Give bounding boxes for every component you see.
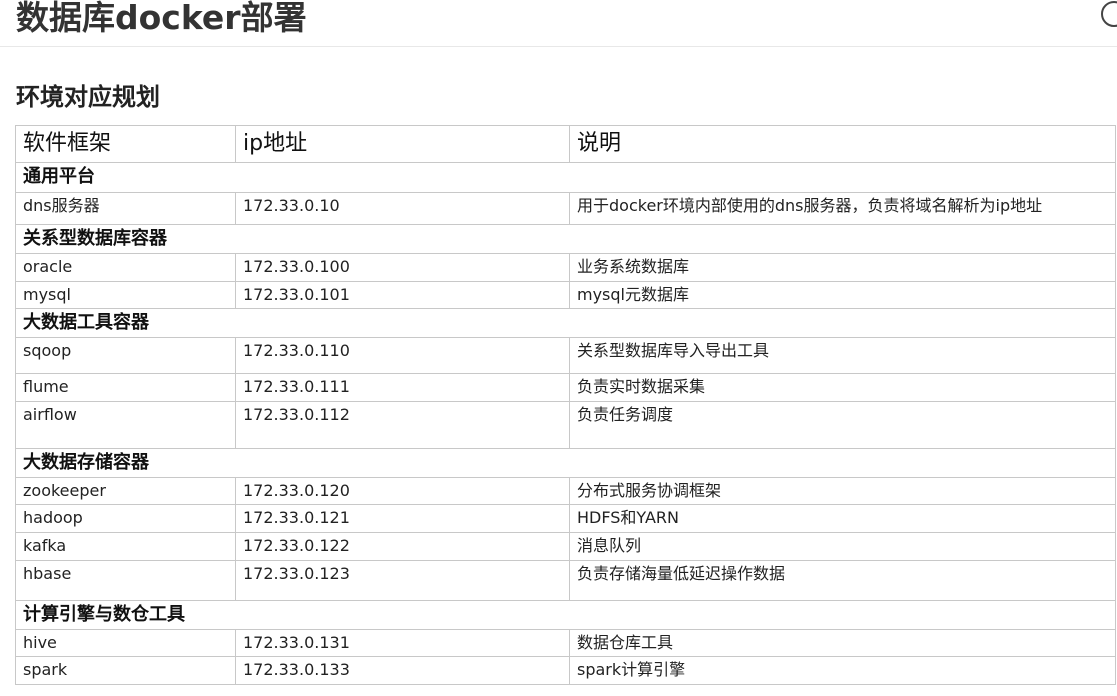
cell-ip: 172.33.0.121 xyxy=(235,504,570,533)
cell-description: 负责存储海量低延迟操作数据 xyxy=(569,560,1116,601)
cell-description: 消息队列 xyxy=(569,532,1116,561)
cell-software: sqoop xyxy=(15,337,236,374)
group-row: 大数据工具容器 xyxy=(15,308,1116,338)
group-label: 关系型数据库容器 xyxy=(15,224,1116,254)
cell-ip: 172.33.0.101 xyxy=(235,281,570,309)
table-row: oracle 172.33.0.100 业务系统数据库 xyxy=(15,253,1116,282)
cell-ip: 172.33.0.131 xyxy=(235,629,570,657)
group-label: 计算引擎与数仓工具 xyxy=(15,600,1116,630)
cell-software: kafka xyxy=(15,532,236,561)
page-title: 数据库docker部署 xyxy=(16,0,307,37)
group-row: 计算引擎与数仓工具 xyxy=(15,600,1116,630)
account-icon[interactable] xyxy=(1101,1,1117,27)
table-row: sqoop 172.33.0.110 关系型数据库导入导出工具 xyxy=(15,337,1116,374)
table-row: spark 172.33.0.133 spark计算引擎 xyxy=(15,656,1116,685)
page-header: 数据库docker部署 xyxy=(0,0,1117,47)
cell-ip: 172.33.0.111 xyxy=(235,373,570,402)
group-row: 关系型数据库容器 xyxy=(15,224,1116,254)
table-row: mysql 172.33.0.101 mysql元数据库 xyxy=(15,281,1116,309)
environment-table: 软件框架 ip地址 说明 通用平台 dns服务器 172.33.0.10 用于dock… xyxy=(15,125,1116,685)
cell-ip: 172.33.0.133 xyxy=(235,656,570,685)
cell-ip: 172.33.0.100 xyxy=(235,253,570,282)
cell-description: 负责实时数据采集 xyxy=(569,373,1116,402)
cell-ip: 172.33.0.122 xyxy=(235,532,570,561)
cell-software: flume xyxy=(15,373,236,402)
group-row: 大数据存储容器 xyxy=(15,448,1116,478)
table-body: 通用平台 dns服务器 172.33.0.10 用于docker环境内部使用的dns服… xyxy=(15,162,1116,685)
table-row: flume 172.33.0.111 负责实时数据采集 xyxy=(15,373,1116,402)
cell-description: 数据仓库工具 xyxy=(569,629,1116,657)
cell-description: 关系型数据库导入导出工具 xyxy=(569,337,1116,374)
table-row: hive 172.33.0.131 数据仓库工具 xyxy=(15,629,1116,657)
cell-description: 负责任务调度 xyxy=(569,401,1116,449)
group-row: 通用平台 xyxy=(15,162,1116,193)
table-row: kafka 172.33.0.122 消息队列 xyxy=(15,532,1116,561)
table-row: dns服务器 172.33.0.10 用于docker环境内部使用的dns服务器，负… xyxy=(15,192,1116,225)
cell-description: 业务系统数据库 xyxy=(569,253,1116,282)
cell-ip: 172.33.0.110 xyxy=(235,337,570,374)
header-software: 软件框架 xyxy=(15,125,236,163)
cell-ip: 172.33.0.10 xyxy=(235,192,570,225)
group-label: 通用平台 xyxy=(15,162,1116,193)
cell-software: zookeeper xyxy=(15,477,236,505)
header-ip: ip地址 xyxy=(235,125,570,163)
cell-description: HDFS和YARN xyxy=(569,504,1116,533)
cell-ip: 172.33.0.123 xyxy=(235,560,570,601)
cell-software: spark xyxy=(15,656,236,685)
table-row: hbase 172.33.0.123 负责存储海量低延迟操作数据 xyxy=(15,560,1116,601)
cell-ip: 172.33.0.112 xyxy=(235,401,570,449)
cell-software: airflow xyxy=(15,401,236,449)
header-description: 说明 xyxy=(569,125,1116,163)
cell-ip: 172.33.0.120 xyxy=(235,477,570,505)
cell-description: mysql元数据库 xyxy=(569,281,1116,309)
cell-software: mysql xyxy=(15,281,236,309)
cell-software: dns服务器 xyxy=(15,192,236,225)
cell-description: 用于docker环境内部使用的dns服务器，负责将域名解析为ip地址 xyxy=(569,192,1116,225)
table-row: zookeeper 172.33.0.120 分布式服务协调框架 xyxy=(15,477,1116,505)
group-label: 大数据存储容器 xyxy=(15,448,1116,478)
table-header-row: 软件框架 ip地址 说明 xyxy=(15,125,1116,163)
table-row: hadoop 172.33.0.121 HDFS和YARN xyxy=(15,504,1116,533)
section-title: 环境对应规划 xyxy=(16,83,160,111)
cell-description: 分布式服务协调框架 xyxy=(569,477,1116,505)
cell-software: hive xyxy=(15,629,236,657)
table-row: airflow 172.33.0.112 负责任务调度 xyxy=(15,401,1116,449)
group-label: 大数据工具容器 xyxy=(15,308,1116,338)
cell-description: spark计算引擎 xyxy=(569,656,1116,685)
cell-software: oracle xyxy=(15,253,236,282)
cell-software: hadoop xyxy=(15,504,236,533)
cell-software: hbase xyxy=(15,560,236,601)
